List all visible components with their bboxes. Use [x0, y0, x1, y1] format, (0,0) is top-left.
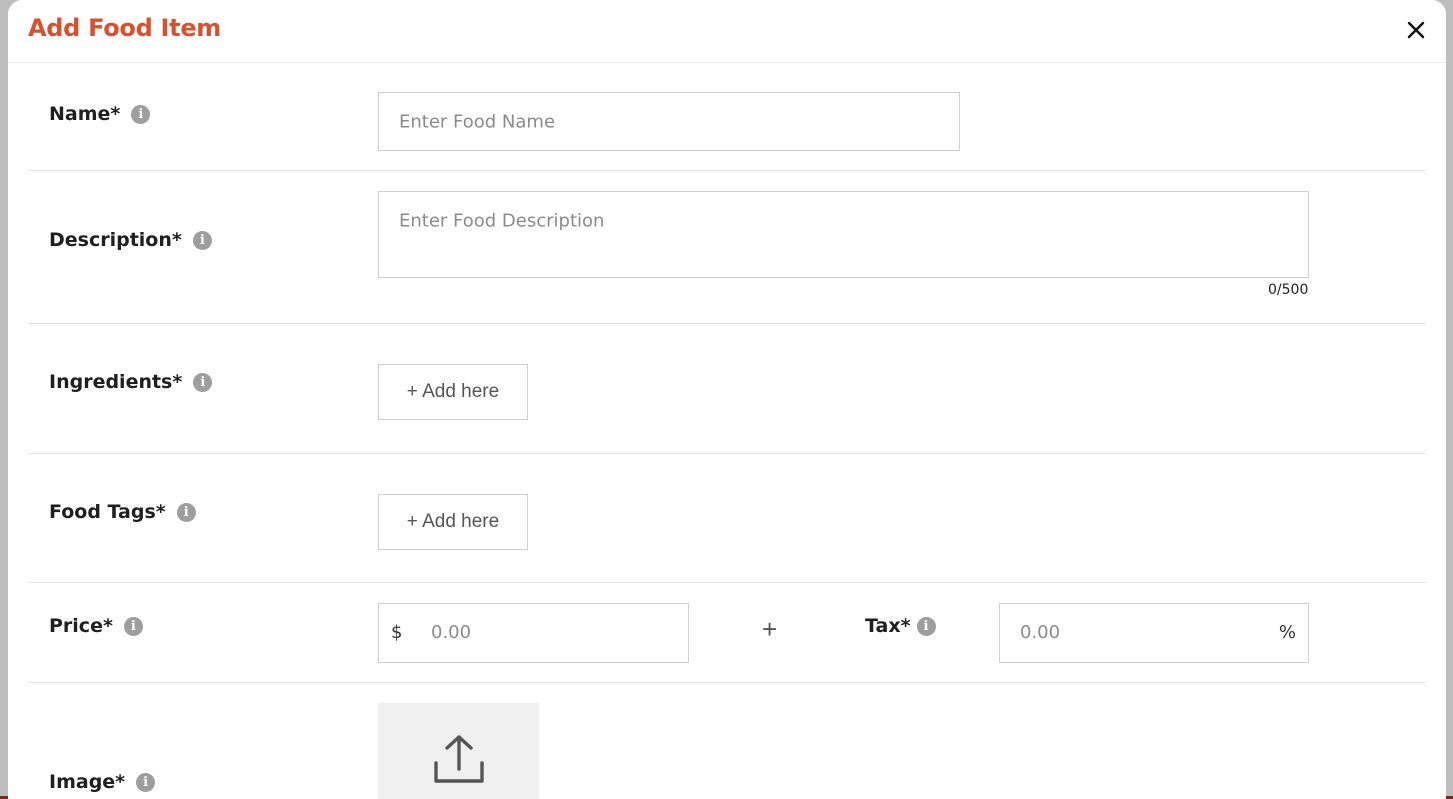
close-button[interactable]	[1404, 18, 1428, 42]
add-ingredients-button[interactable]: + Add here	[378, 364, 528, 420]
add-food-tags-button[interactable]: + Add here	[378, 494, 528, 550]
name-label-wrap: Name* i	[49, 103, 151, 125]
info-icon[interactable]: i	[123, 616, 143, 636]
modal-header: Add Food Item	[8, 0, 1446, 63]
percent-symbol: %	[1278, 622, 1296, 643]
tax-label: Tax*	[865, 615, 911, 637]
plus-sign: +	[762, 614, 778, 644]
ingredients-label-wrap: Ingredients* i	[49, 371, 213, 393]
food-tags-label-wrap: Food Tags* i	[49, 501, 196, 523]
description-label: Description*	[49, 229, 182, 251]
currency-symbol: $	[391, 622, 403, 643]
price-label-wrap: Price* i	[49, 615, 143, 637]
image-label: Image*	[49, 771, 126, 793]
tax-label-wrap: Tax* i	[865, 615, 936, 637]
tax-placeholder: 0.00	[1020, 622, 1061, 643]
tax-input[interactable]: 0.00 %	[999, 603, 1309, 663]
info-icon[interactable]: i	[136, 772, 156, 792]
description-row: Description* i Enter Food Description 0/…	[28, 171, 1426, 324]
ingredients-row: Ingredients* i + Add here	[28, 324, 1426, 454]
name-row: Name* i Enter Food Name	[28, 63, 1426, 171]
upload-icon	[434, 735, 484, 783]
food-tags-row: Food Tags* i + Add here	[28, 454, 1426, 583]
info-icon[interactable]: i	[131, 104, 151, 124]
price-label: Price*	[49, 615, 113, 637]
description-char-counter: 0/500	[1268, 282, 1309, 298]
info-icon[interactable]: i	[193, 372, 213, 392]
info-icon[interactable]: i	[176, 502, 196, 522]
name-label: Name*	[49, 103, 121, 125]
description-label-wrap: Description* i	[49, 229, 212, 251]
image-row: Image* i	[28, 683, 1426, 799]
price-placeholder: 0.00	[431, 622, 472, 643]
info-icon[interactable]: i	[916, 616, 936, 636]
close-icon	[1407, 21, 1425, 39]
price-tax-row: Price* i $ 0.00 + Tax* i 0.00 %	[28, 583, 1426, 683]
ingredients-label: Ingredients*	[49, 371, 183, 393]
food-name-placeholder: Enter Food Name	[399, 111, 556, 132]
add-food-item-modal: Add Food Item Name* i Enter Food Name De…	[8, 0, 1446, 799]
info-icon[interactable]: i	[192, 230, 212, 250]
food-description-placeholder: Enter Food Description	[399, 210, 605, 232]
food-tags-label: Food Tags*	[49, 501, 166, 523]
price-input[interactable]: $ 0.00	[378, 603, 689, 663]
modal-title: Add Food Item	[28, 14, 222, 42]
image-label-wrap: Image* i	[49, 771, 156, 793]
food-description-textarea[interactable]: Enter Food Description	[378, 191, 1309, 278]
food-name-input[interactable]: Enter Food Name	[378, 92, 960, 151]
image-upload-button[interactable]	[378, 703, 539, 799]
